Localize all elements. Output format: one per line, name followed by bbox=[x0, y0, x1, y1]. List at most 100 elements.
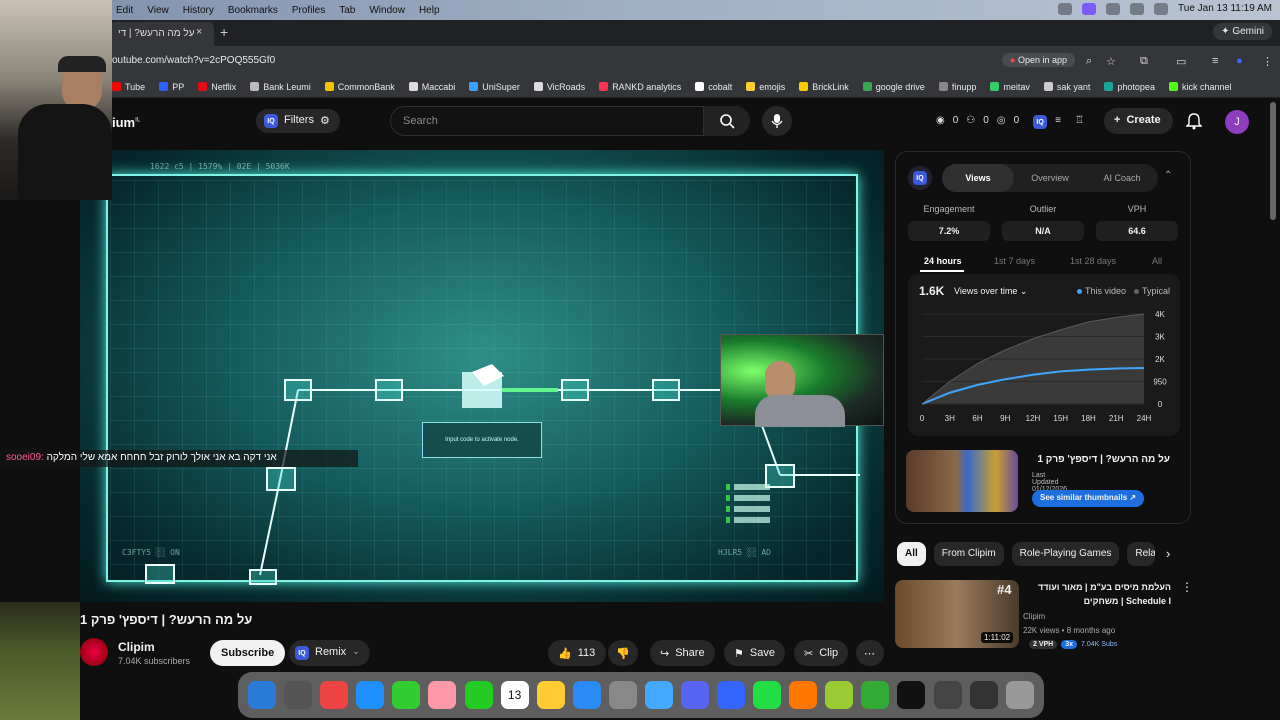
profile-icon[interactable]: ● bbox=[1236, 55, 1243, 67]
dock-google-drive-icon[interactable] bbox=[861, 681, 890, 709]
bookmark-item[interactable]: Bank Leumi bbox=[250, 82, 311, 92]
dock-safari-icon[interactable] bbox=[356, 681, 385, 709]
chip-all[interactable]: All bbox=[897, 542, 926, 566]
battery-icon[interactable] bbox=[1106, 3, 1121, 15]
see-similar-thumbnails-button[interactable]: See similar thumbnails ↗ bbox=[1032, 490, 1145, 507]
views-over-time-dropdown[interactable]: Views over time ⌄ bbox=[954, 286, 1027, 297]
like-button[interactable]: 👍 113 bbox=[548, 640, 606, 666]
channel-avatar[interactable] bbox=[80, 638, 108, 666]
menu-help[interactable]: Help bbox=[419, 5, 440, 16]
dislike-button[interactable]: 👎 bbox=[608, 640, 638, 666]
save-button[interactable]: ⚑ Save bbox=[724, 640, 785, 666]
dock-app-store-icon[interactable] bbox=[572, 681, 601, 709]
more-actions-button[interactable]: ⋯ bbox=[856, 640, 884, 666]
create-button[interactable]: + Create bbox=[1104, 108, 1173, 134]
filters-button[interactable]: IQ Filters ⚙ bbox=[256, 109, 340, 133]
dock-firefox-icon[interactable] bbox=[789, 681, 818, 709]
bookmark-item[interactable]: google drive bbox=[862, 82, 925, 92]
channel-name[interactable]: Clipim bbox=[118, 640, 155, 654]
trophy-icon[interactable]: ♖ bbox=[1075, 115, 1084, 129]
menu-tab[interactable]: Tab bbox=[339, 5, 355, 16]
bookmark-item[interactable]: VicRoads bbox=[533, 82, 585, 92]
collapse-chevron-icon[interactable]: ⌃ bbox=[1164, 170, 1172, 181]
dock-chrome-icon[interactable] bbox=[320, 681, 349, 709]
dock-finder-icon[interactable] bbox=[248, 681, 277, 709]
cast-icon[interactable]: ▭ bbox=[1176, 55, 1186, 68]
range-7d[interactable]: 1st 7 days bbox=[994, 256, 1035, 266]
dock-calendar-icon[interactable]: 13 bbox=[500, 681, 529, 709]
search-button[interactable] bbox=[704, 106, 750, 136]
rec-more-icon[interactable]: ⋮ bbox=[1181, 580, 1193, 594]
bookmark-item[interactable]: emojis bbox=[746, 82, 785, 92]
bookmark-item[interactable]: RANKD analytics bbox=[599, 82, 681, 92]
bookmark-item[interactable]: cobalt bbox=[695, 82, 732, 92]
control-center-icon[interactable] bbox=[1154, 3, 1169, 15]
bookmark-item[interactable]: photopea bbox=[1104, 82, 1155, 92]
bookmark-item[interactable]: Tube bbox=[112, 82, 145, 92]
browser-menu-icon[interactable]: ⋮ bbox=[1262, 55, 1273, 68]
dock-obs-icon[interactable] bbox=[933, 681, 962, 709]
dock-trash-icon[interactable] bbox=[1005, 681, 1034, 709]
dock-facetime-icon[interactable] bbox=[464, 681, 493, 709]
bookmark-item[interactable]: UniSuper bbox=[469, 82, 520, 92]
chevron-right-icon[interactable]: › bbox=[1166, 546, 1170, 561]
dock-settings-icon[interactable] bbox=[608, 681, 637, 709]
url-field[interactable]: outube.com/watch?v=2cPOQ555Gf0 bbox=[112, 55, 275, 66]
extensions-icon[interactable]: ⧉ bbox=[1140, 55, 1148, 68]
dock-arc-icon[interactable] bbox=[717, 681, 746, 709]
menu-window[interactable]: Window bbox=[369, 5, 405, 16]
close-tab-icon[interactable]: × bbox=[196, 26, 202, 38]
recommended-video[interactable]: 1:11:02 #4 העלמת מיסים בע"מ | מאור ועודד… bbox=[895, 580, 1195, 650]
dock-messages-icon[interactable] bbox=[392, 681, 421, 709]
vidiq-menu-icon[interactable]: IQ bbox=[1033, 115, 1048, 129]
clip-button[interactable]: ✂ Clip bbox=[794, 640, 849, 666]
new-tab-icon[interactable]: + bbox=[220, 24, 228, 40]
status-icon[interactable] bbox=[1058, 3, 1073, 15]
voice-search-button[interactable] bbox=[762, 106, 792, 136]
tab-overview[interactable]: Overview bbox=[1014, 164, 1086, 192]
bookmark-star-icon[interactable]: ☆ bbox=[1106, 55, 1116, 68]
bookmark-item[interactable]: meitav bbox=[990, 82, 1030, 92]
tab-ai-coach[interactable]: AI Coach bbox=[1086, 164, 1158, 192]
bookmark-item[interactable]: kick channel bbox=[1168, 82, 1231, 92]
dock-capcut-icon[interactable] bbox=[897, 681, 926, 709]
wifi-icon[interactable] bbox=[1130, 3, 1145, 15]
menubar-clock[interactable]: Tue Jan 13 11:19 AM bbox=[1178, 3, 1272, 15]
bookmark-item[interactable]: Maccabi bbox=[408, 82, 455, 92]
bookmark-item[interactable]: finupp bbox=[938, 82, 976, 92]
dock-notes-icon[interactable] bbox=[536, 681, 565, 709]
share-button[interactable]: ↪ Share bbox=[650, 640, 715, 666]
tab-views[interactable]: Views bbox=[942, 164, 1014, 192]
menu-view[interactable]: View bbox=[147, 5, 169, 16]
page-scrollbar[interactable] bbox=[1270, 102, 1276, 220]
bookmark-item[interactable]: PP bbox=[159, 82, 184, 92]
range-24h[interactable]: 24 hours bbox=[924, 256, 962, 266]
thumbnail-image[interactable] bbox=[906, 450, 1018, 512]
chip-related[interactable]: Rela bbox=[1127, 542, 1156, 566]
dock-vectorworks-icon[interactable] bbox=[825, 681, 854, 709]
screen-record-icon[interactable] bbox=[1082, 3, 1097, 15]
notifications-bell-icon[interactable] bbox=[1185, 112, 1203, 135]
dock-whatsapp-icon[interactable] bbox=[753, 681, 782, 709]
menu-bookmarks[interactable]: Bookmarks bbox=[228, 5, 278, 16]
remix-button[interactable]: IQ Remix ⌄ bbox=[289, 640, 370, 666]
bookmark-item[interactable]: sak yant bbox=[1043, 82, 1090, 92]
chip-from-clipim[interactable]: From Clipim bbox=[933, 542, 1004, 566]
rec-channel[interactable]: Clipim bbox=[1023, 612, 1045, 621]
range-28d[interactable]: 1st 28 days bbox=[1070, 256, 1116, 266]
menu-edit[interactable]: Edit bbox=[116, 5, 133, 16]
dock-photos-icon[interactable] bbox=[428, 681, 457, 709]
youtube-logo[interactable]: iumIL bbox=[112, 115, 140, 130]
gemini-button[interactable]: ✦ Gemini bbox=[1213, 23, 1272, 40]
menu-history[interactable]: History bbox=[183, 5, 214, 16]
subscribe-button[interactable]: Subscribe bbox=[210, 640, 286, 666]
zoom-icon[interactable]: ⌕ bbox=[1086, 55, 1092, 68]
reading-list-icon[interactable]: ≡ bbox=[1212, 55, 1218, 67]
dock-discord-icon[interactable] bbox=[680, 681, 709, 709]
dock-files-icon[interactable] bbox=[644, 681, 673, 709]
open-in-app-button[interactable]: ● Open in app bbox=[1002, 53, 1075, 67]
bookmark-item[interactable]: Netflix bbox=[198, 82, 236, 92]
bookmark-item[interactable]: BrickLink bbox=[799, 82, 849, 92]
chip-role-playing-games[interactable]: Role-Playing Games bbox=[1011, 542, 1120, 566]
range-all[interactable]: All bbox=[1152, 256, 1162, 266]
